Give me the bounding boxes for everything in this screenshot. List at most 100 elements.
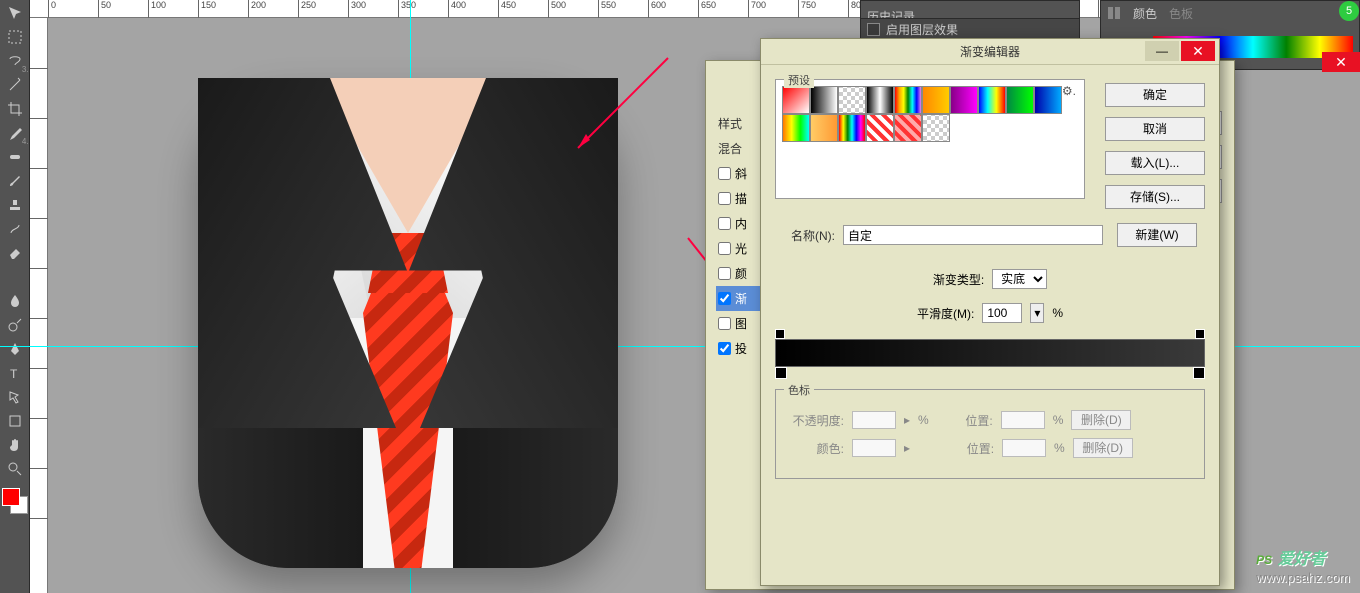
preset-swatch[interactable] (782, 114, 810, 142)
preset-swatch[interactable] (950, 86, 978, 114)
zoom-tool[interactable] (3, 458, 27, 480)
marquee-tool[interactable] (3, 26, 27, 48)
swatch-tab[interactable]: 色板 (1169, 5, 1193, 22)
checkbox[interactable] (718, 292, 731, 305)
blur-tool[interactable] (3, 290, 27, 312)
history-item[interactable]: 启用图层效果 (860, 18, 1080, 40)
eraser-tool[interactable] (3, 242, 27, 264)
path-select-tool[interactable] (3, 386, 27, 408)
ls-effect-item[interactable]: 光 (716, 236, 766, 261)
gear-icon[interactable]: ⚙. (1062, 84, 1076, 98)
tools-panel: 3. 4. T (0, 0, 30, 593)
position-input (1001, 411, 1045, 429)
checkbox[interactable] (718, 342, 731, 355)
color-stop-left[interactable] (775, 367, 787, 379)
gradient-bar[interactable] (775, 339, 1205, 367)
dropdown-icon[interactable]: ▾ (1030, 303, 1044, 323)
magic-wand-tool[interactable] (3, 74, 27, 96)
gradient-tool[interactable] (3, 266, 27, 288)
ls-blend-header: 混合 (716, 136, 766, 161)
color-stop-right[interactable] (1193, 367, 1205, 379)
checkbox[interactable] (718, 242, 731, 255)
smooth-label: 平滑度(M): (917, 305, 974, 322)
preset-swatch[interactable] (866, 86, 894, 114)
delete-button: 删除(D) (1071, 410, 1131, 430)
minimize-button[interactable]: — (1145, 41, 1179, 61)
move-tool[interactable] (3, 2, 27, 24)
hand-tool[interactable] (3, 434, 27, 456)
gd-ok-button[interactable]: 确定 (1105, 83, 1205, 107)
stamp-tool[interactable] (3, 194, 27, 216)
gd-save-button[interactable]: 存储(S)... (1105, 185, 1205, 209)
preset-swatch[interactable] (810, 114, 838, 142)
presets-label: 预设 (784, 72, 814, 88)
color-swatch-input (852, 439, 896, 457)
ls-styles-header: 样式 (716, 111, 766, 136)
history-brush-tool[interactable] (3, 218, 27, 240)
healing-tool[interactable] (3, 146, 27, 168)
dodge-tool[interactable] (3, 314, 27, 336)
position2-input (1002, 439, 1046, 457)
preset-swatch[interactable] (1006, 86, 1034, 114)
crop-tool[interactable] (3, 98, 27, 120)
preset-swatch[interactable] (1034, 86, 1062, 114)
dialog-titlebar[interactable]: 渐变编辑器 — ✕ (761, 39, 1219, 65)
panel-icon (1107, 6, 1121, 20)
type-tool[interactable]: T (3, 362, 27, 384)
position2-label: 位置: (938, 440, 994, 457)
gd-cancel-button[interactable]: 取消 (1105, 117, 1205, 141)
preset-swatch[interactable] (894, 86, 922, 114)
ls-effect-item[interactable]: 内 (716, 211, 766, 236)
badge: 5 (1339, 1, 1359, 21)
ls-effect-item[interactable]: 图 (716, 311, 766, 336)
type-label: 渐变类型: (933, 271, 984, 288)
color-swatches[interactable] (2, 488, 28, 514)
preset-swatch[interactable] (782, 86, 810, 114)
gd-load-button[interactable]: 载入(L)... (1105, 151, 1205, 175)
checkbox-icon[interactable] (867, 23, 880, 36)
preset-swatch[interactable] (922, 86, 950, 114)
preset-swatch[interactable] (978, 86, 1006, 114)
opacity-label: 不透明度: (788, 412, 844, 429)
ls-effect-item[interactable]: 渐 (716, 286, 766, 311)
dialog-title: 渐变编辑器 (960, 43, 1020, 60)
smooth-input[interactable] (982, 303, 1022, 323)
preset-swatch[interactable] (894, 114, 922, 142)
name-input[interactable] (843, 225, 1103, 245)
preset-swatch[interactable] (838, 86, 866, 114)
type-select[interactable]: 实底 (992, 269, 1047, 289)
opacity-stop-right[interactable] (1195, 329, 1205, 339)
presets-box: 预设 ⚙. (775, 79, 1085, 199)
opacity-input (852, 411, 896, 429)
lasso-tool[interactable]: 3. (3, 50, 27, 72)
preset-swatch[interactable] (866, 114, 894, 142)
pen-tool[interactable] (3, 338, 27, 360)
smooth-unit: % (1052, 306, 1063, 320)
checkbox[interactable] (718, 267, 731, 280)
ls-effect-item[interactable]: 描 (716, 186, 766, 211)
ls-effect-item[interactable]: 投 (716, 336, 766, 361)
gd-new-button[interactable]: 新建(W) (1117, 223, 1197, 247)
close-button[interactable]: ✕ (1181, 41, 1215, 61)
checkbox[interactable] (718, 317, 731, 330)
ls-effect-item[interactable]: 颜 (716, 261, 766, 286)
opacity-stop-left[interactable] (775, 329, 785, 339)
stops-box: 色标 不透明度: ▸ % 位置: % 删除(D) 颜色: ▸ 位置: % 删除(… (775, 389, 1205, 479)
checkbox[interactable] (718, 167, 731, 180)
history-item-label: 启用图层效果 (886, 21, 958, 38)
color-label: 颜色: (788, 440, 844, 457)
shape-tool[interactable] (3, 410, 27, 432)
preset-swatch[interactable] (922, 114, 950, 142)
delete2-button: 删除(D) (1073, 438, 1133, 458)
watermark: PS 爱好者 www.psahz.com (1256, 545, 1350, 585)
preset-swatch[interactable] (838, 114, 866, 142)
close-button[interactable]: ✕ (1322, 52, 1360, 72)
foreground-color-swatch[interactable] (2, 488, 20, 506)
ls-effect-item[interactable]: 斜 (716, 161, 766, 186)
brush-tool[interactable] (3, 170, 27, 192)
preset-swatch[interactable] (810, 86, 838, 114)
checkbox[interactable] (718, 192, 731, 205)
checkbox[interactable] (718, 217, 731, 230)
color-tab[interactable]: 颜色 (1133, 5, 1157, 22)
eyedropper-tool[interactable]: 4. (3, 122, 27, 144)
